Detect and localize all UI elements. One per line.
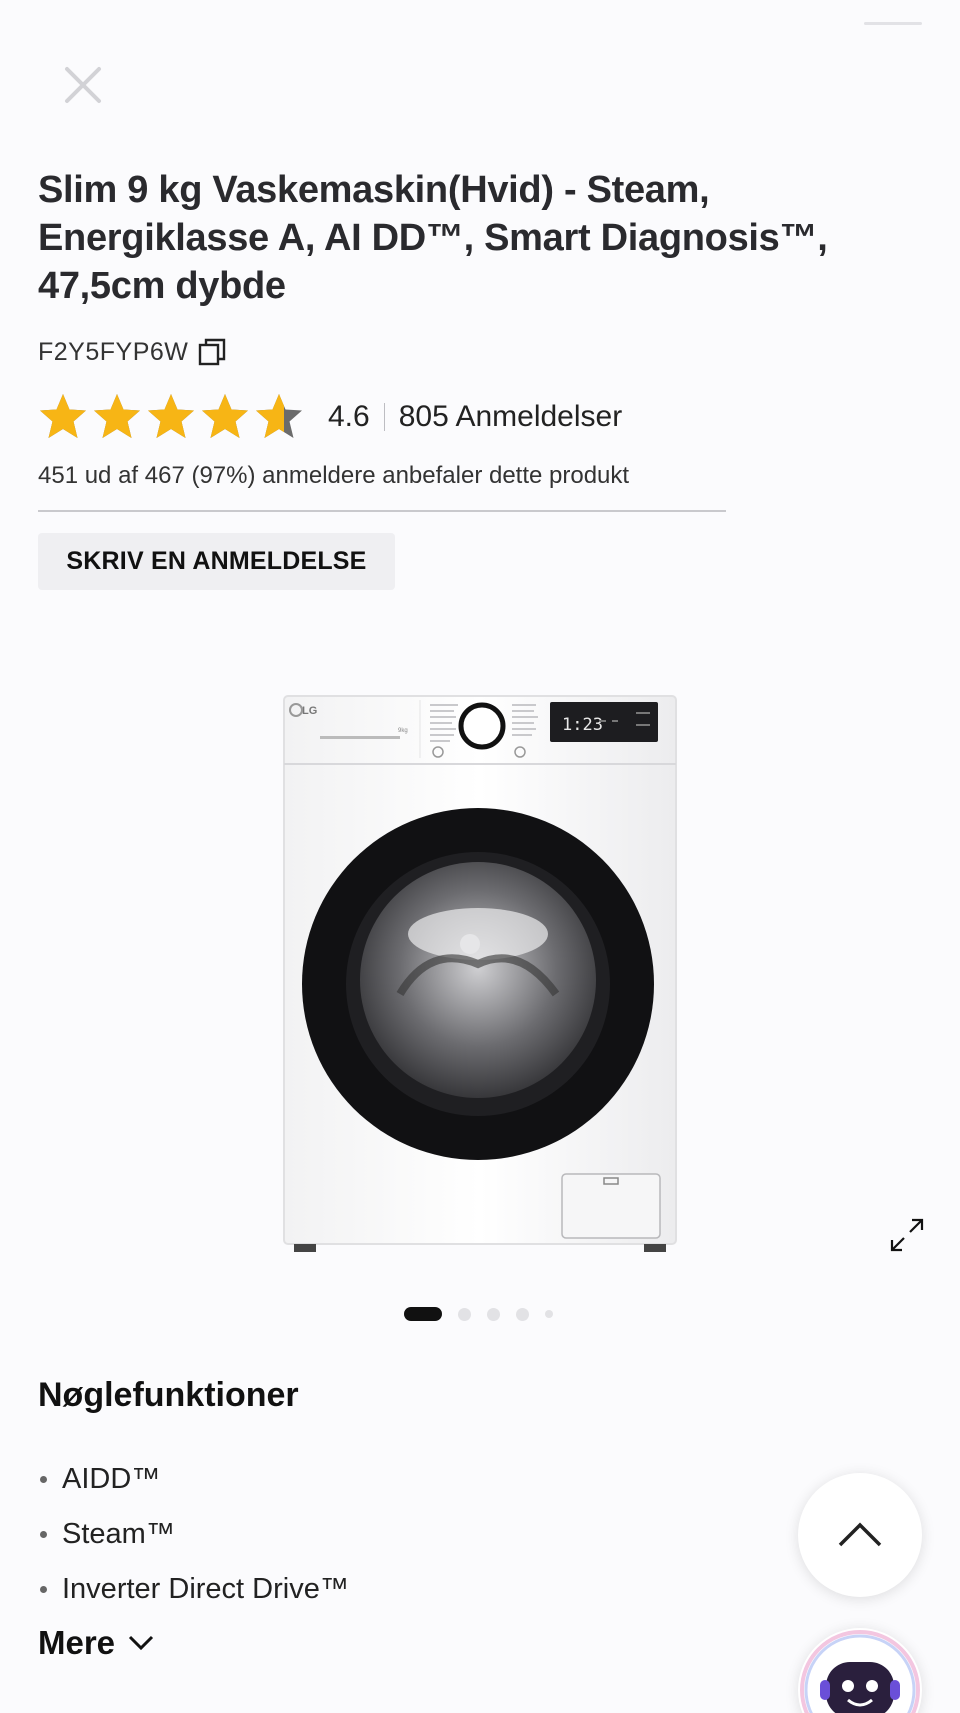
feature-label: Steam™	[62, 1518, 175, 1550]
bullet-icon	[40, 1586, 47, 1593]
feature-item: AIDD™	[38, 1452, 349, 1507]
carousel-dots	[404, 1306, 553, 1322]
close-button[interactable]	[60, 62, 106, 108]
feature-item: Inverter Direct Drive™	[38, 1562, 349, 1617]
carousel-dot[interactable]	[516, 1307, 529, 1321]
chevron-down-icon	[128, 1635, 154, 1651]
chatbot-icon	[800, 1630, 920, 1713]
carousel-dot[interactable]	[545, 1310, 553, 1318]
rating-divider	[383, 403, 385, 431]
chatbot-button[interactable]	[798, 1628, 922, 1713]
sheet-handle[interactable]	[864, 22, 922, 25]
product-title: Slim 9 kg Vaskemaskin(Hvid) - Steam, Ene…	[38, 169, 828, 307]
star-icon	[94, 394, 140, 438]
model-row: F2Y5FYP6W	[38, 334, 228, 370]
product-image[interactable]: LG 9kg 1:23	[280, 694, 680, 1256]
scroll-top-button[interactable]	[798, 1473, 922, 1597]
recommend-text: 451 ud af 467 (97%) anmeldere anbefaler …	[38, 462, 630, 489]
display-readout: 1:23	[562, 715, 603, 735]
write-review-button[interactable]: SKRIV EN ANMELDELSE	[38, 533, 395, 590]
star-icon	[40, 394, 86, 438]
carousel-dot[interactable]	[487, 1307, 500, 1321]
feature-label: AIDD™	[62, 1463, 161, 1495]
more-button[interactable]: Mere	[38, 1622, 155, 1664]
copy-icon	[199, 338, 226, 366]
features-list: AIDD™ Steam™ Inverter Direct Drive™	[38, 1452, 349, 1617]
star-icon	[148, 394, 194, 438]
bullet-icon	[40, 1476, 47, 1483]
expand-icon	[890, 1218, 924, 1252]
reviews-link[interactable]: 805 Anmeldelser	[399, 400, 622, 434]
feature-item: Steam™	[38, 1507, 349, 1562]
close-icon	[65, 67, 101, 103]
divider	[38, 510, 726, 512]
expand-button[interactable]	[888, 1216, 926, 1254]
star-icon	[202, 394, 248, 438]
feature-label: Inverter Direct Drive™	[62, 1573, 349, 1605]
rating-row: 4.6 805 Anmeldelser	[38, 392, 622, 442]
copy-button[interactable]	[198, 337, 228, 367]
chevron-up-icon	[838, 1522, 882, 1547]
carousel-dot[interactable]	[458, 1307, 471, 1321]
star-icon	[256, 394, 302, 438]
rating-value: 4.6	[328, 400, 370, 433]
washing-machine-image: LG 9kg 1:23	[283, 695, 677, 1252]
carousel-dot[interactable]	[404, 1307, 442, 1321]
capacity-label: 9kg	[398, 728, 408, 734]
more-label: Mere	[38, 1624, 116, 1661]
bullet-icon	[40, 1531, 47, 1538]
rating-stars	[38, 392, 304, 442]
brand-logo-text: LG	[302, 705, 317, 717]
features-heading: Nøglefunktioner	[38, 1376, 299, 1414]
model-code: F2Y5FYP6W	[38, 337, 189, 366]
